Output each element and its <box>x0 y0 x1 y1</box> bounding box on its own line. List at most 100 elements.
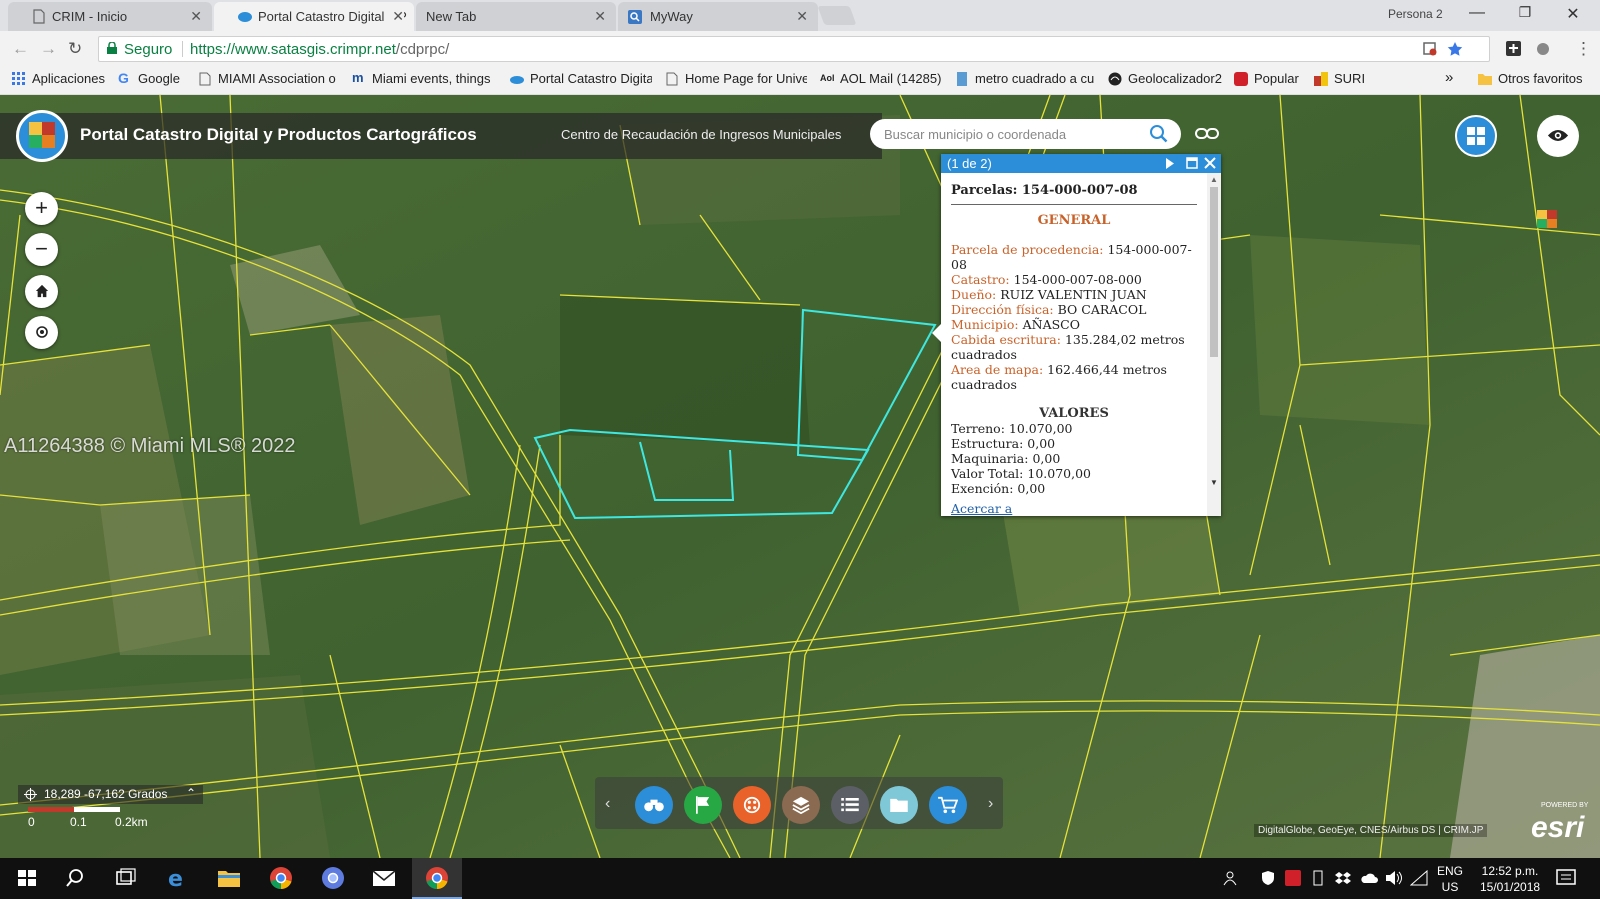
bookmark-portal-catastro[interactable]: Portal Catastro Digita <box>510 71 652 86</box>
bookmark-geolocalizador2[interactable]: Geolocalizador2 <box>1108 71 1222 86</box>
next-feature-icon[interactable] <box>1165 158 1175 169</box>
share-link-icon[interactable] <box>1195 125 1219 143</box>
layers-icon <box>792 796 810 815</box>
layers-button[interactable] <box>782 786 820 824</box>
visibility-button[interactable] <box>1537 115 1579 157</box>
crim-small-logo-icon <box>1537 210 1557 228</box>
bookmark-label: SURI <box>1334 71 1366 86</box>
edge-browser-icon[interactable]: e <box>164 866 190 890</box>
search-input[interactable] <box>884 125 1134 143</box>
windows-start-icon[interactable] <box>14 866 40 890</box>
address-bar[interactable]: Seguro https://www.satasgis.crimpr.net/c… <box>98 36 1490 62</box>
toolbar-prev-icon[interactable]: ‹ <box>605 795 610 813</box>
tools-toolbar: ‹ › <box>595 777 1003 829</box>
clock[interactable]: 12:52 p.m. 15/01/2018 <box>1480 863 1540 895</box>
task-view-icon[interactable] <box>112 866 138 890</box>
close-tab-icon[interactable]: ✕ <box>594 8 606 25</box>
minimize-icon[interactable]: — <box>1462 4 1492 22</box>
close-tab-icon[interactable]: ✕ <box>190 8 202 25</box>
zoom-in-button[interactable]: + <box>25 192 58 225</box>
volume-icon[interactable] <box>1385 870 1403 886</box>
bookmark-google[interactable]: G Google <box>118 71 180 86</box>
bookmark-other-favorites[interactable]: Otros favoritos <box>1478 71 1583 86</box>
bookmark-apps[interactable]: Aplicaciones <box>12 71 105 86</box>
profile-name[interactable]: Persona 2 <box>1388 7 1443 21</box>
search-binoculars-button[interactable] <box>635 786 673 824</box>
esri-logo[interactable]: esri <box>1531 811 1584 845</box>
tab-myway[interactable]: MyWay ✕ <box>618 2 818 31</box>
bookmark-miami-association[interactable]: MIAMI Association of <box>198 71 336 86</box>
toolbar-next-icon[interactable]: › <box>988 795 993 813</box>
onedrive-cloud-icon[interactable] <box>1360 871 1378 885</box>
blocked-popup-icon[interactable] <box>1423 42 1437 56</box>
tab-new-tab[interactable]: New Tab ✕ <box>416 2 616 31</box>
usb-icon[interactable] <box>1310 870 1326 886</box>
esri-globe-icon <box>238 12 252 22</box>
chrome-icon[interactable] <box>268 866 294 890</box>
scroll-up-icon[interactable]: ▲ <box>1210 175 1218 184</box>
m-logo-icon: m <box>352 71 364 85</box>
acrobat-icon[interactable] <box>1285 870 1301 886</box>
reload-icon[interactable]: ↻ <box>68 39 82 59</box>
chrome-canary-icon[interactable] <box>320 866 346 890</box>
bookmark-aol-mail[interactable]: Aol AOL Mail (14285) <box>820 71 941 86</box>
legend-list-button[interactable] <box>831 786 869 824</box>
restore-icon[interactable]: ❐ <box>1510 4 1540 21</box>
scale-label-2: 0.2km <box>115 815 148 829</box>
bookmark-metro-cuadrado[interactable]: metro cuadrado a cu <box>955 71 1097 86</box>
apps-grid-button[interactable] <box>1455 115 1497 157</box>
new-tab-button[interactable] <box>817 6 857 25</box>
bookmark-popular[interactable]: Popular <box>1234 71 1299 86</box>
search-icon[interactable] <box>1148 123 1170 145</box>
bookmark-miami-events[interactable]: m Miami events, things <box>352 71 496 86</box>
extension-2-icon[interactable] <box>1535 40 1552 57</box>
page-icon <box>33 9 45 24</box>
home-button[interactable] <box>25 275 58 308</box>
notifications-icon[interactable] <box>1556 869 1576 887</box>
popup-header: (1 de 2) <box>941 154 1221 173</box>
more-bookmarks-chevron[interactable]: » <box>1445 69 1453 86</box>
zoom-out-button[interactable]: − <box>25 233 58 266</box>
maximize-icon[interactable] <box>1186 157 1198 169</box>
locate-button[interactable] <box>25 316 58 349</box>
forward-arrow-icon[interactable]: → <box>40 39 57 59</box>
crim-logo[interactable] <box>16 110 68 162</box>
map-view[interactable]: Portal Catastro Digital y Productos Cart… <box>0 95 1600 858</box>
tab-label: MyWay <box>650 9 693 24</box>
popup-scrollbar[interactable]: ▲ ▼ <box>1207 173 1221 516</box>
cart-button[interactable] <box>929 786 967 824</box>
extension-icon[interactable] <box>1505 40 1522 57</box>
back-arrow-icon[interactable]: ← <box>12 39 29 59</box>
wifi-icon[interactable] <box>1410 870 1428 886</box>
crosshair-icon <box>35 326 48 338</box>
tab-portal-catastro[interactable]: Portal Catastro Digital y P ✕ <box>214 2 414 31</box>
scroll-down-icon[interactable]: ▼ <box>1210 478 1218 487</box>
shield-icon[interactable] <box>1260 870 1276 886</box>
mail-icon[interactable] <box>371 866 397 890</box>
language-indicator[interactable]: ENG US <box>1437 863 1463 895</box>
file-explorer-icon[interactable] <box>216 866 242 890</box>
divider <box>182 41 183 57</box>
close-window-icon[interactable]: ✕ <box>1558 4 1588 24</box>
close-popup-icon[interactable] <box>1204 157 1216 169</box>
bookmark-home-page-univ[interactable]: Home Page for Unive <box>665 71 807 86</box>
field-direccion-fisica: Dirección física: BO CARACOL <box>951 302 1197 317</box>
bookmark-suri[interactable]: SURI <box>1314 71 1365 86</box>
folder-button[interactable] <box>880 786 918 824</box>
scroll-thumb[interactable] <box>1210 187 1218 357</box>
coordinate-readout[interactable]: 18,289 -67,162 Grados ⌃ <box>18 785 203 804</box>
field-exencion: Exención: 0,00 <box>951 481 1197 496</box>
active-chrome-taskbar-item[interactable] <box>412 858 462 899</box>
people-icon[interactable] <box>1222 870 1238 886</box>
zoom-to-link[interactable]: Acercar a <box>951 499 1191 516</box>
chevron-up-icon[interactable]: ⌃ <box>186 786 196 800</box>
dropbox-icon[interactable] <box>1335 870 1351 886</box>
search-icon[interactable] <box>62 866 88 890</box>
close-tab-icon[interactable]: ✕ <box>796 8 808 25</box>
bookmark-star-icon[interactable] <box>1447 41 1463 57</box>
draw-tools-button[interactable] <box>733 786 771 824</box>
bookmark-flag-button[interactable] <box>684 786 722 824</box>
close-tab-icon[interactable]: ✕ <box>388 8 404 25</box>
menu-kebab-icon[interactable]: ⋮ <box>1575 39 1592 59</box>
tab-crim-inicio[interactable]: CRIM - Inicio ✕ <box>8 2 212 31</box>
